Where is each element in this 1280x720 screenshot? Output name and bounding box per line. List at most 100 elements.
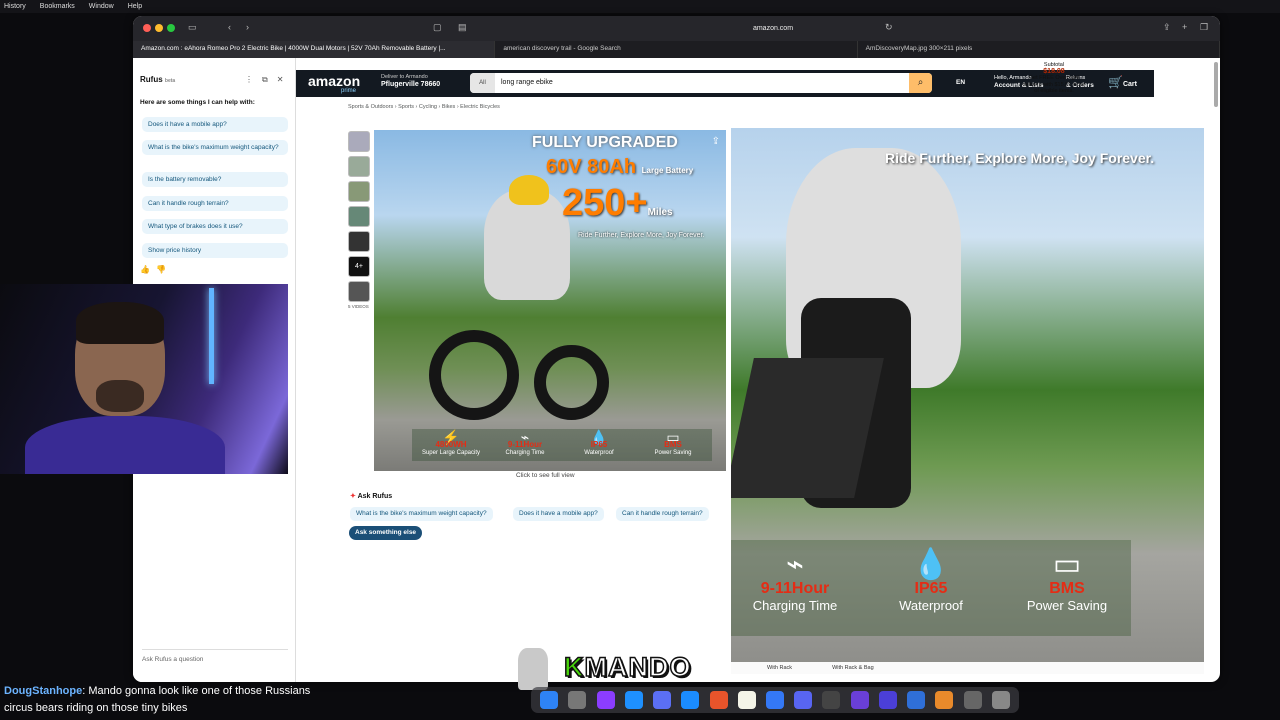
rufus-suggestion[interactable]: What type of brakes does it use? — [142, 219, 288, 234]
search-input[interactable]: long range ebike — [501, 79, 553, 86]
reader-icon[interactable]: ▤ — [458, 22, 467, 33]
app-store-icon[interactable] — [624, 691, 643, 709]
tab-google[interactable]: american discovery trail - Google Search — [495, 41, 858, 58]
app-icon[interactable] — [653, 691, 672, 709]
brave-icon[interactable] — [709, 691, 728, 709]
rufus-suggestion[interactable]: Show price history — [142, 243, 288, 258]
minimize-window-button[interactable] — [155, 24, 163, 32]
sidebar-icon[interactable]: ▭ — [188, 22, 197, 33]
product-thumbnail[interactable] — [348, 206, 370, 227]
rufus-intro: Here are some things I can help with: — [140, 99, 255, 106]
app-icon[interactable] — [822, 691, 841, 709]
feature-bms: ▭ BMS Power Saving — [638, 430, 708, 457]
settings-icon[interactable] — [568, 691, 587, 709]
click-full-view[interactable]: Click to see full view — [516, 472, 575, 479]
menu-history[interactable]: History — [4, 3, 26, 10]
product-main-image[interactable]: FULLY UPGRADED 60V 80Ah Large Battery 25… — [374, 130, 726, 471]
rufus-suggestion[interactable]: Can it handle rough terrain? — [142, 196, 288, 211]
front-wheel — [429, 330, 519, 420]
launchpad-icon[interactable] — [878, 691, 897, 709]
rufus-suggestion[interactable]: Does it have a mobile app? — [142, 117, 288, 132]
mail-icon[interactable] — [765, 691, 784, 709]
stream-logo: KMANDO — [563, 651, 692, 683]
finder-icon[interactable] — [540, 691, 559, 709]
ask-chip[interactable]: What is the bike's maximum weight capaci… — [350, 507, 493, 521]
rufus-suggestion[interactable]: Is the battery removable? — [142, 172, 288, 187]
videos-label: 5 VIDEOS — [348, 304, 369, 309]
app-icon[interactable] — [596, 691, 615, 709]
search-icon[interactable]: ⌕ — [909, 73, 932, 93]
deliver-to[interactable]: Deliver to Armando Pflugerville 78660 — [381, 74, 440, 88]
chat-username: DougStanhope — [4, 685, 83, 697]
reload-icon[interactable]: ↻ — [885, 22, 893, 33]
rufus-tools: ⋮ ⧉ ✕ — [245, 75, 283, 85]
zoom-options: With Rack With Rack & Bag — [731, 662, 1204, 674]
cart-icon[interactable]: 🛒Cart — [1108, 75, 1137, 89]
tab-amazon[interactable]: Amazon.com : eAhora Romeo Pro 2 Electric… — [133, 41, 496, 58]
app-icon[interactable] — [850, 691, 869, 709]
rufus-suggestion[interactable]: What is the bike's maximum weight capaci… — [142, 140, 288, 155]
menu-bookmarks[interactable]: Bookmarks — [40, 3, 75, 10]
zoom-image: Ride Further, Explore More, Joy Forever.… — [731, 128, 1204, 674]
charger-icon: ⌁ — [785, 548, 805, 581]
product-thumbnail[interactable] — [348, 231, 370, 252]
breadcrumb[interactable]: Sports & Outdoors › Sports › Cycling › B… — [348, 104, 500, 110]
more-icon[interactable]: ⋮ — [245, 75, 253, 85]
discord-icon[interactable] — [794, 691, 813, 709]
tab-map[interactable]: AmDiscoveryMap.jpg 300×211 pixels — [858, 41, 1220, 58]
ask-chip[interactable]: Can it handle rough terrain? — [616, 507, 709, 521]
cart-label: Cart — [1122, 81, 1137, 88]
neon-light — [209, 288, 214, 384]
video-thumbnail[interactable] — [348, 281, 370, 302]
rufus-question-input[interactable]: Ask Rufus a question — [142, 649, 288, 669]
option-with-rack[interactable]: With Rack — [767, 665, 792, 671]
rufus-spark-icon: ✦ — [350, 493, 356, 500]
macos-dock — [531, 687, 1019, 713]
product-thumbnail[interactable] — [348, 156, 370, 177]
search-scope[interactable]: All — [470, 73, 495, 93]
option-with-rack-bag[interactable]: With Rack & Bag — [832, 665, 874, 671]
thumbs-down-icon[interactable]: 👎 — [156, 265, 166, 274]
ask-something-else-button[interactable]: Ask something else — [349, 526, 423, 540]
ask-chip[interactable]: Does it have a mobile app? — [513, 507, 604, 521]
tabs-grid-icon[interactable]: ❐ — [1200, 22, 1208, 33]
close-window-button[interactable] — [143, 24, 151, 32]
menu-window[interactable]: Window — [89, 3, 114, 10]
safari-icon[interactable] — [681, 691, 700, 709]
app-icon[interactable] — [935, 691, 954, 709]
close-icon[interactable]: ✕ — [277, 75, 284, 85]
language-selector[interactable]: EN — [956, 79, 965, 86]
new-tab-icon[interactable]: + — [1182, 22, 1187, 32]
notes-icon[interactable] — [737, 691, 756, 709]
menu-help[interactable]: Help — [128, 3, 142, 10]
thumbs-up-icon[interactable]: 👍 — [140, 265, 150, 274]
product-thumbnail[interactable] — [348, 131, 370, 152]
webcam-overlay — [0, 284, 288, 474]
chat-message: DougStanhope: Mando gonna look like one … — [4, 683, 324, 717]
share-icon[interactable]: ⇪ — [1163, 22, 1171, 33]
subtotal-note: Get FREE Overnight delivery with $15.01 … — [1022, 75, 1086, 94]
tab-bar: Amazon.com : eAhora Romeo Pro 2 Electric… — [133, 41, 1220, 58]
scrollbar[interactable] — [1214, 62, 1218, 107]
feature-waterproof: 💧 IP65 Waterproof — [564, 430, 634, 457]
share-icon[interactable]: ⇪ — [712, 136, 720, 147]
browser-toolbar: ▭ ‹ › ▢ ▤ amazon.com ↻ ⇪ + ❐ — [133, 16, 1220, 41]
app-icon[interactable] — [907, 691, 926, 709]
promo-battery: 60V 80Ah Large Battery — [546, 156, 694, 178]
forward-icon[interactable]: › — [246, 22, 249, 32]
promo-tagline: Ride Further, Explore More, Joy Forever. — [578, 232, 705, 239]
rufus-title: Rufus beta — [140, 75, 176, 84]
zoom-feature-strip: ⌁ 9-11Hour Charging Time 💧 IP65 Waterproof ▭… — [731, 540, 1131, 636]
product-thumbnail[interactable] — [348, 181, 370, 202]
feature-capacity: ⚡ 4800WH Super Large Capacity — [416, 430, 486, 457]
app-icon[interactable] — [963, 691, 982, 709]
trash-icon[interactable] — [991, 691, 1010, 709]
back-icon[interactable]: ‹ — [228, 22, 231, 32]
amazon-logo[interactable]: amazon — [308, 73, 360, 89]
address-bar[interactable]: amazon.com — [553, 21, 993, 36]
more-thumbnails[interactable]: 4+ — [348, 256, 370, 277]
tab-overview-icon[interactable]: ▢ — [433, 22, 442, 33]
window-controls — [143, 24, 175, 32]
expand-icon[interactable]: ⧉ — [262, 75, 268, 85]
zoom-window-button[interactable] — [167, 24, 175, 32]
